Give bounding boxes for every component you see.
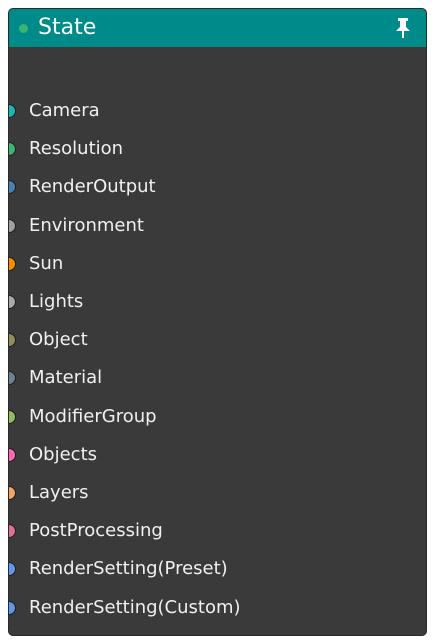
port-label: Material: [29, 367, 103, 389]
port-label: RenderSetting(Custom): [29, 596, 241, 618]
input-port-rendersetting-preset[interactable]: RenderSetting(Preset): [9, 558, 426, 584]
input-port-renderoutput[interactable]: RenderOutput: [9, 176, 426, 202]
port-label: Resolution: [29, 138, 124, 160]
port-socket-icon[interactable]: [9, 524, 16, 539]
node-header[interactable]: State: [9, 9, 426, 47]
port-socket-icon[interactable]: [9, 562, 16, 577]
port-label: Sun: [29, 252, 64, 274]
input-port-material[interactable]: Material: [9, 367, 426, 393]
pin-icon[interactable]: [394, 17, 412, 39]
port-socket-icon[interactable]: [9, 180, 16, 195]
port-socket-icon[interactable]: [9, 295, 16, 309]
port-socket-icon[interactable]: [9, 333, 16, 348]
port-label: PostProcessing: [29, 520, 163, 542]
port-socket-icon[interactable]: [9, 600, 16, 615]
input-port-modifiergroup[interactable]: ModifierGroup: [9, 406, 426, 432]
port-label: RenderSetting(Preset): [29, 558, 228, 580]
input-port-objects[interactable]: Objects: [9, 444, 426, 470]
port-socket-icon[interactable]: [9, 371, 16, 386]
port-socket-icon[interactable]: [9, 256, 16, 271]
port-label: Environment: [29, 214, 144, 236]
status-dot-icon: [19, 24, 28, 33]
input-port-lights[interactable]: Lights: [9, 291, 426, 317]
port-label: Object: [29, 329, 88, 351]
input-port-sun[interactable]: Sun: [9, 253, 426, 279]
port-label: Layers: [29, 482, 89, 503]
port-label: Objects: [29, 443, 98, 465]
input-port-postprocessing[interactable]: PostProcessing: [9, 520, 426, 546]
port-socket-icon[interactable]: [9, 447, 16, 462]
state-node[interactable]: State Camera Resolution RenderOutput Enviro…: [8, 8, 427, 636]
input-port-camera[interactable]: Camera: [9, 100, 426, 126]
input-port-environment[interactable]: Environment: [9, 215, 426, 241]
node-title: State: [38, 15, 97, 40]
port-label: Lights: [29, 291, 84, 312]
input-port-object[interactable]: Object: [9, 329, 426, 355]
port-socket-icon[interactable]: [9, 486, 16, 500]
port-label: RenderOutput: [29, 176, 156, 198]
input-port-resolution[interactable]: Resolution: [9, 138, 426, 164]
port-label: ModifierGroup: [29, 405, 157, 427]
port-socket-icon[interactable]: [9, 104, 16, 118]
port-label: Camera: [29, 100, 100, 121]
port-socket-icon[interactable]: [9, 409, 16, 424]
input-port-layers[interactable]: Layers: [9, 482, 426, 508]
input-port-rendersetting-custom[interactable]: RenderSetting(Custom): [9, 597, 426, 623]
port-socket-icon[interactable]: [9, 142, 16, 157]
port-socket-icon[interactable]: [9, 218, 16, 233]
